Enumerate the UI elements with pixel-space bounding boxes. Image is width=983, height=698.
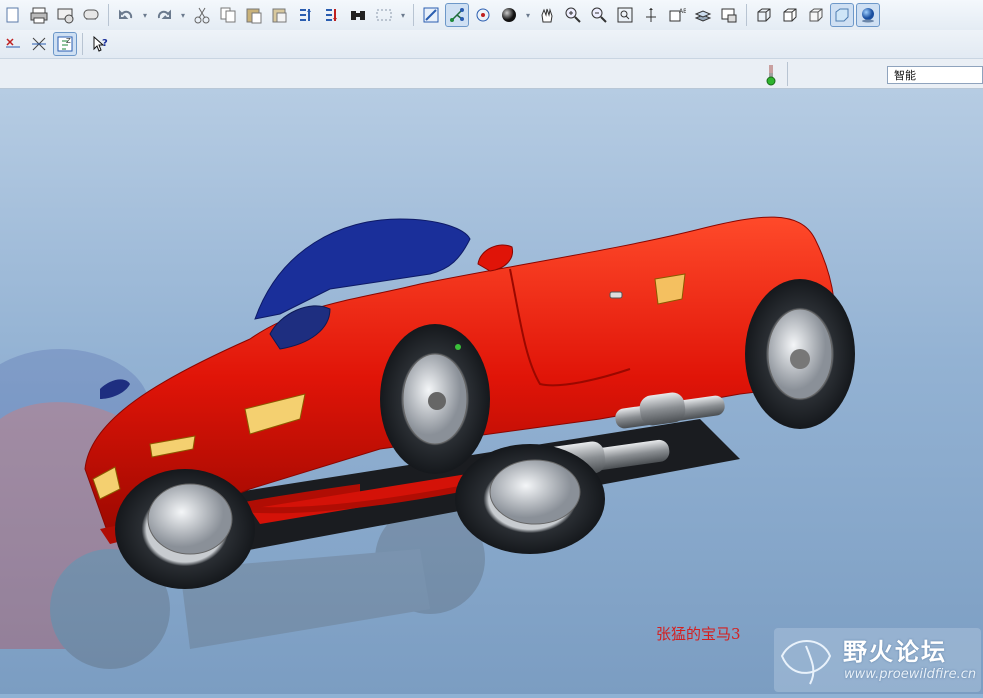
car-model-render	[0, 216, 855, 669]
pan-icon[interactable]	[535, 3, 559, 27]
selection-filter-select[interactable]: 智能	[887, 66, 983, 84]
rear-right-wheel	[745, 279, 855, 429]
display-style-icon[interactable]	[497, 3, 521, 27]
model-caption: 张猛的宝马3	[656, 625, 741, 643]
zoom-out-icon[interactable]	[587, 3, 611, 27]
select-box-icon[interactable]	[372, 3, 396, 27]
print-icon[interactable]	[27, 3, 51, 27]
redo-dropdown-icon[interactable]: ▾	[178, 3, 188, 27]
secondary-toolbar: Z ?	[0, 30, 983, 59]
front-left-wheel	[115, 469, 255, 589]
status-bar	[0, 59, 983, 89]
email-link-icon[interactable]	[79, 3, 103, 27]
watermark-url: www.proewildfire.cn	[844, 667, 977, 682]
wireframe-icon[interactable]	[752, 3, 776, 27]
front-right-wheel	[380, 324, 490, 474]
delete-datum-icon[interactable]	[1, 32, 25, 56]
paste-special-icon[interactable]	[268, 3, 292, 27]
svg-text:AB: AB	[679, 8, 686, 15]
toolbar-separator	[413, 4, 414, 26]
repaint-icon[interactable]	[419, 3, 443, 27]
regen-manager-icon[interactable]	[320, 3, 344, 27]
undo-dropdown-icon[interactable]: ▾	[140, 3, 150, 27]
svg-text:Z: Z	[66, 37, 71, 45]
view-manager-icon[interactable]	[717, 3, 741, 27]
svg-text:?: ?	[102, 38, 108, 49]
orient-mode-icon[interactable]	[471, 3, 495, 27]
refit-icon[interactable]	[613, 3, 637, 27]
shading-icon[interactable]	[830, 3, 854, 27]
rear-left-wheel	[455, 444, 605, 554]
enhanced-realism-icon[interactable]	[856, 3, 880, 27]
toolbar-separator	[82, 33, 83, 55]
spin-center-icon[interactable]	[445, 3, 469, 27]
regeneration-status-icon	[764, 64, 778, 86]
watermark-title: 野火论坛	[843, 638, 947, 666]
find-icon[interactable]	[346, 3, 370, 27]
toolbar-separator	[108, 4, 109, 26]
graphics-viewport[interactable]	[0, 89, 983, 694]
layers-icon[interactable]	[691, 3, 715, 27]
email-icon[interactable]	[53, 3, 77, 27]
select-dropdown-icon[interactable]: ▾	[398, 3, 408, 27]
undo-icon[interactable]	[114, 3, 138, 27]
toolbar-separator	[746, 4, 747, 26]
reorient-icon[interactable]	[639, 3, 663, 27]
datum-axis-icon[interactable]	[27, 32, 51, 56]
no-hidden-icon[interactable]	[804, 3, 828, 27]
saved-views-icon[interactable]: AB	[665, 3, 689, 27]
filter-edit-icon[interactable]: Z	[53, 32, 77, 56]
redo-icon[interactable]	[152, 3, 176, 27]
regenerate-icon[interactable]	[294, 3, 318, 27]
hidden-line-icon[interactable]	[778, 3, 802, 27]
context-help-icon[interactable]: ?	[88, 32, 112, 56]
zoom-in-icon[interactable]	[561, 3, 585, 27]
main-toolbar: ▾ ▾ ▾ ▾ AB	[0, 0, 983, 30]
new-file-icon[interactable]	[1, 3, 25, 27]
copy-icon[interactable]	[216, 3, 240, 27]
paste-icon[interactable]	[242, 3, 266, 27]
display-style-dropdown-icon[interactable]: ▾	[523, 3, 533, 27]
cut-icon[interactable]	[190, 3, 214, 27]
status-divider	[787, 62, 788, 86]
